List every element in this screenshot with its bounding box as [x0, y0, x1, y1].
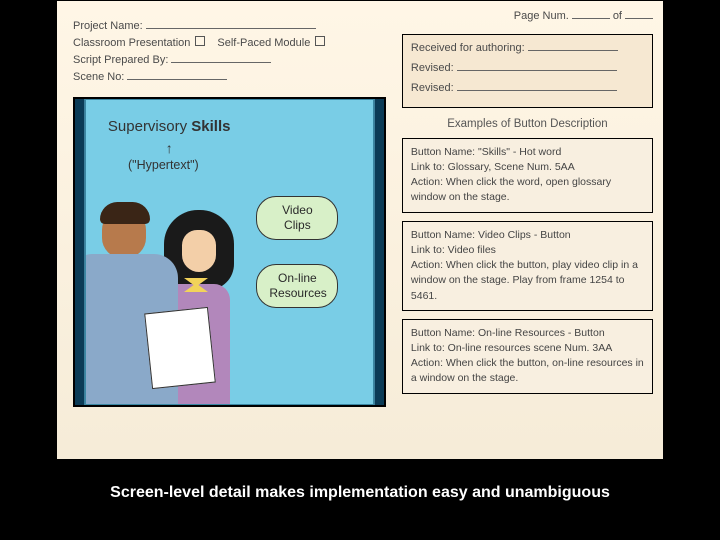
classroom-checkbox[interactable] — [195, 36, 205, 46]
sheet-right: Page Num. of Received for authoring: Rev… — [396, 1, 663, 459]
bd3-name-label: Button Name: — [411, 327, 475, 339]
revised2-blank — [457, 81, 617, 91]
people-illustration — [86, 204, 252, 404]
hypertext-label: ("Hypertext") — [128, 158, 199, 172]
received-label: Received for authoring: — [411, 41, 525, 57]
stage-area: Supervisory Skills ↑ ("Hypertext") — [73, 97, 386, 407]
bd3-action-value: When click the button, on-line resources… — [411, 357, 644, 384]
title-skills: Skills — [191, 118, 230, 135]
bd2-name-label: Button Name: — [411, 229, 475, 241]
title-supervisory: Supervisory — [108, 118, 187, 135]
project-name-row: Project Name: — [73, 19, 386, 32]
classroom-label: Classroom Presentation — [73, 37, 190, 49]
examples-header: Examples of Button Description — [402, 118, 653, 130]
video-clips-button[interactable]: Video Clips — [256, 196, 338, 240]
page-num-row: Page Num. of — [402, 9, 653, 22]
module-type-row: Classroom Presentation Self-Paced Module — [73, 36, 386, 49]
bd1-name-label: Button Name: — [411, 146, 475, 158]
storyboard-sheet: Project Name: Classroom Presentation Sel… — [56, 0, 664, 460]
authoring-box: Received for authoring: Revised: Revised… — [402, 34, 653, 108]
revised1-label: Revised: — [411, 61, 454, 77]
selfpaced-label: Self-Paced Module — [217, 37, 310, 49]
project-name-blank — [146, 19, 316, 29]
up-arrow-icon: ↑ — [166, 140, 173, 156]
revised1-blank — [457, 61, 617, 71]
bd3-link-value: On-line resources scene Num. 3AA — [448, 342, 613, 354]
scene-no-label: Scene No: — [73, 71, 124, 83]
stage-right: Video Clips On-line Resources — [252, 100, 372, 404]
revised2-label: Revised: — [411, 81, 454, 97]
online-resources-button[interactable]: On-line Resources — [256, 264, 338, 308]
bd2-action-label: Action: — [411, 259, 443, 271]
project-name-label: Project Name: — [73, 20, 143, 32]
script-prepared-row: Script Prepared By: — [73, 53, 386, 66]
bd3-link-label: Link to: — [411, 342, 445, 354]
script-prepared-label: Script Prepared By: — [73, 54, 168, 66]
bd2-link-value: Video files — [448, 244, 496, 256]
bd1-link-value: Glossary, Scene Num. 5AA — [448, 161, 575, 173]
bd3-action-label: Action: — [411, 357, 443, 369]
skills-title: Supervisory Skills — [86, 118, 252, 135]
button-desc-2: Button Name: Video Clips - Button Link t… — [402, 221, 653, 311]
sheet-left: Project Name: Classroom Presentation Sel… — [57, 1, 396, 459]
stage-inner: Supervisory Skills ↑ ("Hypertext") — [85, 99, 374, 405]
received-blank — [528, 41, 618, 51]
bd2-link-label: Link to: — [411, 244, 445, 256]
scene-no-blank — [127, 70, 227, 80]
page-total-blank — [625, 9, 653, 19]
page-num-label: Page Num. — [514, 10, 569, 22]
page-num-blank — [572, 9, 610, 19]
scene-no-row: Scene No: — [73, 70, 386, 83]
bd1-name-value: "Skills" - Hot word — [478, 146, 561, 158]
button-desc-3: Button Name: On-line Resources - Button … — [402, 319, 653, 394]
script-prepared-blank — [171, 53, 271, 63]
caption: Screen-level detail makes implementation… — [0, 484, 720, 502]
bd3-name-value: On-line Resources - Button — [478, 327, 605, 339]
stage-left: Supervisory Skills ↑ ("Hypertext") — [86, 100, 252, 404]
selfpaced-checkbox[interactable] — [315, 36, 325, 46]
bd1-action-label: Action: — [411, 176, 443, 188]
button-desc-1: Button Name: "Skills" - Hot word Link to… — [402, 138, 653, 213]
bd1-link-label: Link to: — [411, 161, 445, 173]
bd2-name-value: Video Clips - Button — [478, 229, 571, 241]
paper-icon — [144, 307, 216, 389]
of-label: of — [613, 10, 622, 22]
bd2-action-value: When click the button, play video clip i… — [411, 259, 638, 301]
